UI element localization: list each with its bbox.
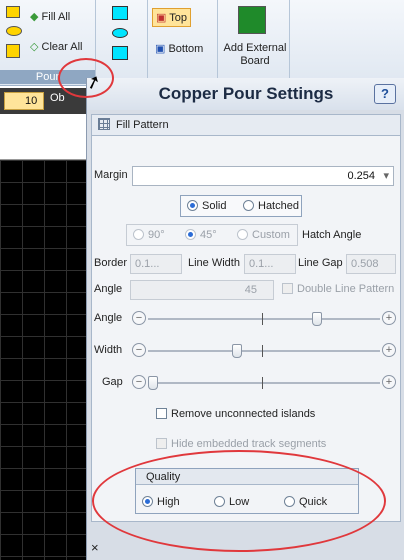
border-value: 0.1... [135,258,160,270]
hide-embedded-check [156,438,167,449]
pour-circle-icon[interactable] [6,26,22,36]
bottom-button[interactable]: ▣ Bottom [155,42,203,55]
hatch-angle-group: 90° 45° Custom [126,224,298,246]
width-increase-button[interactable]: + [382,343,396,357]
pour-rect-icon[interactable] [6,6,20,18]
gap-slider[interactable]: Gap − + [92,374,402,392]
pour-polygon-icon[interactable] [6,44,20,58]
clear-all-button[interactable]: ◇ Clear All [30,40,83,53]
clear-diamond-icon: ◇ [30,41,39,53]
cyan-circle-icon[interactable] [112,28,128,38]
hatched-radio-dot [243,200,254,211]
fill-diamond-icon: ◆ [30,11,39,23]
border-label: Border [94,257,128,269]
double-line-checkbox[interactable]: Double Line Pattern [282,283,394,295]
angle-label: Angle [94,283,123,295]
angle-45-label: 45° [200,229,217,241]
external-board-icon[interactable] [238,6,266,34]
bottom-label: Bottom [168,43,204,55]
angle-value: 45 [244,284,257,296]
ob-tab[interactable]: Ob [50,92,65,104]
angle-90-label: 90° [148,229,165,241]
width-slider-thumb[interactable] [232,344,242,358]
top-label: Top [169,12,188,24]
margin-label: Margin [94,169,128,181]
count-label: 10 [25,95,38,107]
remove-islands-checkbox[interactable]: Remove unconnected islands [156,408,315,420]
bottom-layer-icon: ▣ [155,43,166,55]
hatch-angle-label: Hatch Angle [302,229,362,241]
width-decrease-button[interactable]: − [132,343,146,357]
cyan-polygon-icon[interactable] [112,46,128,60]
panel-title: Copper Pour Settings [87,78,404,110]
border-field[interactable]: 0.1... [130,254,182,274]
close-panel-button[interactable]: × [91,540,99,555]
fill-pattern-label: Fill Pattern [116,119,169,131]
line-width-label: Line Width [188,257,240,269]
line-width-value: 0.1... [249,258,274,270]
top-button[interactable]: ▣ Top [152,8,192,27]
hide-embedded-checkbox[interactable]: Hide embedded track segments [156,438,326,450]
highlight-ring-quality [92,450,386,552]
top-layer-icon: ▣ [156,12,167,24]
fill-all-label: Fill All [41,11,71,23]
gap-increase-button[interactable]: + [382,375,396,389]
remove-islands-check [156,408,167,419]
custom-angle-dot [237,229,248,240]
remove-islands-label: Remove unconnected islands [171,408,316,420]
hatched-radio[interactable]: Hatched [243,200,299,212]
solid-radio-dot [187,200,198,211]
gap-decrease-button[interactable]: − [132,375,146,389]
line-width-field[interactable]: 0.1... [244,254,296,274]
pcb-canvas[interactable] [0,160,88,560]
fill-pattern-header[interactable]: Fill Pattern [91,114,401,136]
angle-slider-label: Angle [94,312,123,324]
solid-radio[interactable]: Solid [187,200,226,212]
double-line-check [282,283,293,294]
custom-angle-label: Custom [252,229,290,241]
angle-slider[interactable]: Angle − + [92,310,402,328]
gap-slider-thumb[interactable] [148,376,158,390]
width-slider-label: Width [94,344,123,356]
margin-dropdown-icon: ▾ [383,170,389,182]
ruler [0,114,88,160]
custom-angle-radio[interactable]: Custom [237,229,290,241]
layer-group: ▣ Top ▣ Bottom [148,0,218,86]
hide-embedded-label: Hide embedded track segments [171,438,327,450]
line-gap-field[interactable]: 0.508 [346,254,396,274]
fill-all-button[interactable]: ◆ Fill All [30,10,70,23]
angle-field[interactable]: 45 [130,280,274,300]
clear-all-label: Clear All [41,41,83,53]
cyan-rect-icon[interactable] [112,6,128,20]
angle-45-dot [185,229,196,240]
margin-field[interactable]: 0.254 ▾ [132,166,394,186]
add-external-board-button[interactable]: Add External Board [222,42,288,68]
angle-slider-thumb[interactable] [312,312,322,326]
width-slider[interactable]: Width − + [92,342,402,360]
line-gap-label: Line Gap [298,257,343,269]
grid-icon [98,118,110,130]
gap-slider-label: Gap [102,376,123,388]
hatched-label: Hatched [258,200,299,212]
angle-90-dot [133,229,144,240]
fill-type-group: Solid Hatched [180,195,302,217]
help-button[interactable]: ? [374,84,396,104]
double-line-label: Double Line Pattern [297,283,395,295]
angle-45-radio[interactable]: 45° [185,229,217,241]
count-badge[interactable]: 10 [4,92,44,110]
solid-label: Solid [202,200,227,212]
angle-decrease-button[interactable]: − [132,311,146,325]
angle-increase-button[interactable]: + [382,311,396,325]
angle-90-radio[interactable]: 90° [133,229,165,241]
board-group: Add External Board [218,0,290,86]
margin-value: 0.254 [347,170,375,182]
ob-label: Ob [50,92,65,104]
line-gap-value: 0.508 [351,258,379,270]
